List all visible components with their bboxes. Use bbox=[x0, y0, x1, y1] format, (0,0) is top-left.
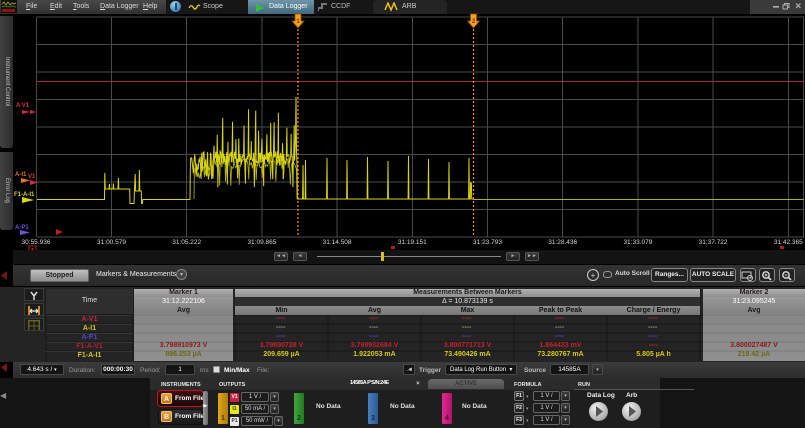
svg-text:31:19.151: 31:19.151 bbox=[398, 239, 427, 246]
svg-text:31:00.579: 31:00.579 bbox=[97, 239, 126, 246]
svg-text:31:42.365: 31:42.365 bbox=[774, 239, 803, 246]
svg-text:A-I1: A-I1 bbox=[15, 172, 27, 178]
svg-text:31:33.079: 31:33.079 bbox=[623, 239, 652, 246]
svg-text:F1-A-I1: F1-A-I1 bbox=[14, 192, 35, 198]
svg-text:A V1: A V1 bbox=[16, 103, 30, 109]
svg-text:30:55.936: 30:55.936 bbox=[22, 239, 51, 246]
svg-text:V1: V1 bbox=[28, 174, 36, 180]
svg-text:A-P1: A-P1 bbox=[15, 225, 29, 231]
svg-text:31:09.865: 31:09.865 bbox=[247, 239, 276, 246]
svg-text:31:37.722: 31:37.722 bbox=[699, 239, 728, 246]
svg-text:31:23.793: 31:23.793 bbox=[473, 239, 502, 246]
svg-text:31:28.436: 31:28.436 bbox=[548, 239, 577, 246]
svg-text:31:14.508: 31:14.508 bbox=[323, 239, 352, 246]
svg-text:31:05.222: 31:05.222 bbox=[172, 239, 201, 246]
